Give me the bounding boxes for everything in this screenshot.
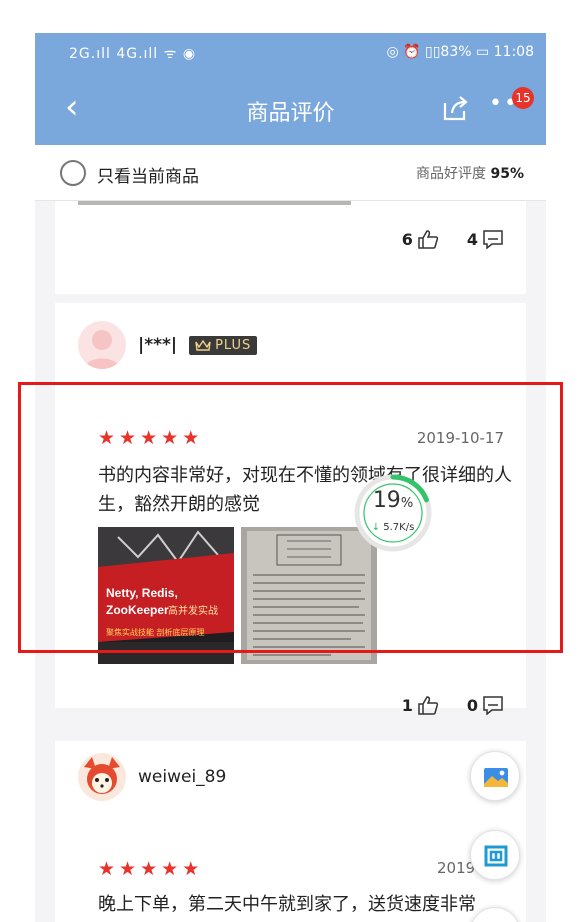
rating-summary: 商品好评度 95% bbox=[416, 163, 524, 183]
plus-badge: PLUS bbox=[189, 335, 258, 355]
book-icon bbox=[484, 845, 508, 867]
image-filter-button[interactable] bbox=[470, 751, 520, 801]
review-image-edge bbox=[78, 201, 351, 205]
like-icon[interactable] bbox=[417, 695, 439, 715]
image-icon bbox=[484, 768, 508, 787]
current-product-radio[interactable] bbox=[60, 160, 86, 186]
username: |***| bbox=[138, 335, 178, 355]
review-card: weiwei_89 ★ ★ ★ ★ ★ 2019-09 晚上下单，第二天中午就到… bbox=[55, 741, 526, 922]
star-icon: ★ bbox=[182, 858, 200, 880]
avatar[interactable] bbox=[78, 321, 126, 369]
status-right: ◎ ⏰ ▯▯83% ▭ 11:08 bbox=[386, 44, 534, 60]
notification-badge: 15 bbox=[512, 87, 534, 109]
book-button[interactable] bbox=[470, 830, 520, 880]
share-icon[interactable] bbox=[440, 93, 470, 123]
like-icon[interactable] bbox=[417, 229, 439, 249]
star-icon: ★ bbox=[119, 858, 137, 880]
avatar[interactable] bbox=[78, 753, 126, 801]
nav-bar: ‹ 商品评价 ••• 15 bbox=[35, 73, 546, 145]
plus-label: PLUS bbox=[215, 337, 252, 353]
status-bar: 2G.ıll 4G.ıll ᯤ ◉ ◎ ⏰ ▯▯83% ▭ 11:08 bbox=[35, 33, 546, 73]
comment-icon[interactable] bbox=[482, 695, 504, 715]
rating-value: 95% bbox=[490, 166, 524, 182]
reviewer-info: |***| PLUS bbox=[78, 321, 258, 369]
reviewer-info: weiwei_89 bbox=[78, 753, 226, 801]
review-content: 晚上下单，第二天中午就到家了，送货速度非常快，图书的质量也非常棒 bbox=[98, 894, 476, 915]
crown-icon bbox=[195, 339, 211, 351]
filter-bar: 只看当前商品 商品好评度 95% bbox=[35, 145, 546, 201]
comment-count: 0 bbox=[466, 695, 478, 715]
current-product-label[interactable]: 只看当前商品 bbox=[97, 162, 199, 187]
signal-indicators: 2G.ıll 4G.ıll ᯤ ◉ bbox=[69, 46, 197, 62]
star-icon: ★ bbox=[98, 858, 116, 880]
review-reactions: 1 0 bbox=[402, 695, 504, 715]
star-icon: ★ bbox=[161, 858, 179, 880]
star-rating: ★ ★ ★ ★ ★ bbox=[98, 860, 199, 879]
username: weiwei_89 bbox=[138, 767, 227, 787]
rating-label: 商品好评度 bbox=[416, 166, 487, 182]
star-icon: ★ bbox=[140, 858, 158, 880]
like-count: 1 bbox=[401, 695, 413, 715]
comment-icon[interactable] bbox=[482, 229, 504, 249]
highlight-box bbox=[18, 382, 563, 653]
comment-count: 4 bbox=[466, 229, 478, 249]
review-reactions: 6 4 bbox=[402, 229, 504, 249]
like-count: 6 bbox=[401, 229, 413, 249]
review-card: 6 4 bbox=[55, 201, 526, 294]
